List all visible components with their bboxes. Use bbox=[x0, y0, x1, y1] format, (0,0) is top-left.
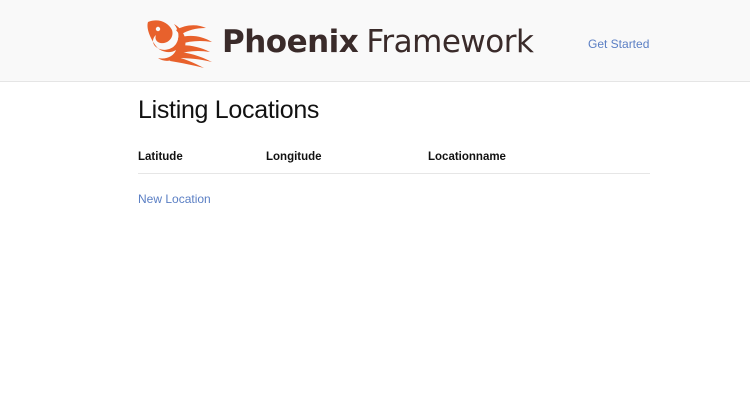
phoenix-logo[interactable]: Phoenix Framework bbox=[144, 16, 534, 68]
brand-name-light: Framework bbox=[366, 23, 534, 60]
new-location-link[interactable]: New Location bbox=[138, 192, 211, 206]
get-started-link[interactable]: Get Started bbox=[588, 37, 649, 51]
main-content: Listing Locations Latitude Longitude Loc… bbox=[138, 96, 650, 208]
phoenix-bird-icon bbox=[147, 20, 212, 68]
site-header: Phoenix Framework Get Started bbox=[0, 0, 750, 82]
column-header-latitude: Latitude bbox=[138, 151, 266, 174]
brand-name: Phoenix Framework bbox=[222, 23, 534, 60]
page-title: Listing Locations bbox=[138, 96, 320, 124]
column-header-longitude: Longitude bbox=[266, 151, 428, 174]
brand-name-bold: Phoenix bbox=[222, 23, 359, 60]
table-header-row: Latitude Longitude Locationname bbox=[138, 151, 650, 174]
locations-table: Latitude Longitude Locationname bbox=[138, 151, 650, 174]
column-header-locationname: Locationname bbox=[428, 151, 650, 174]
